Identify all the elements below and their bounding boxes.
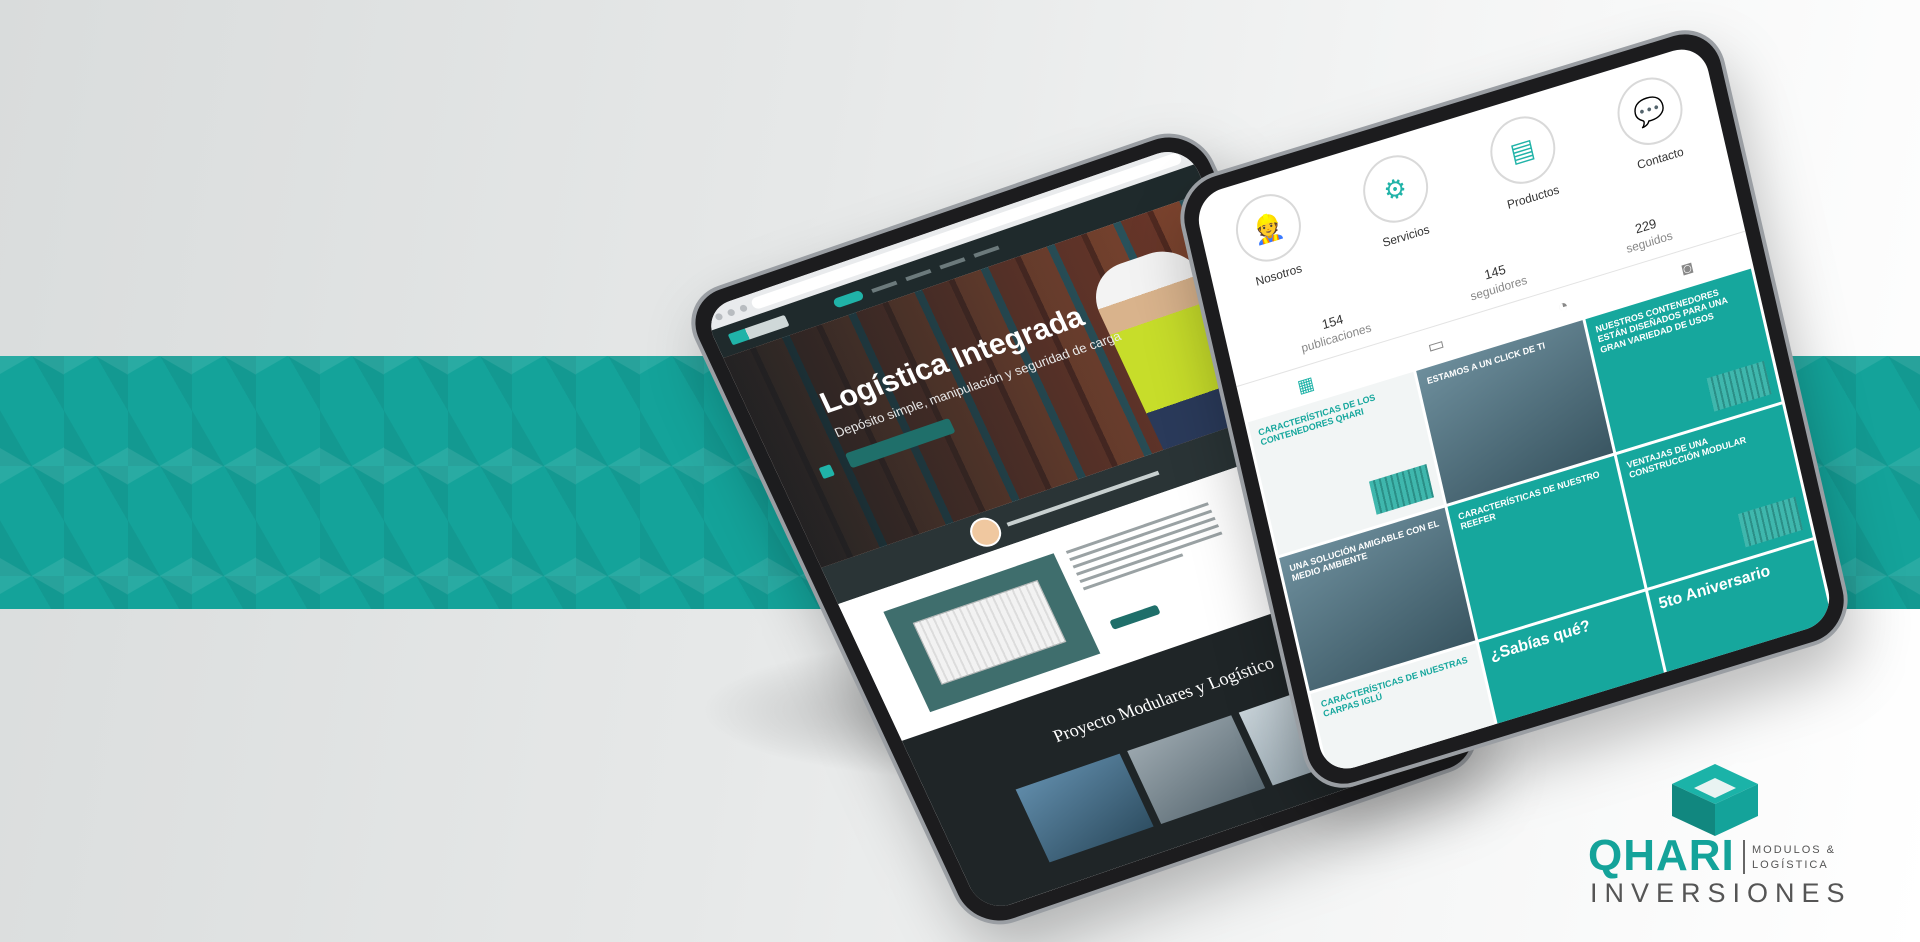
project-thumbnail[interactable] <box>1127 715 1266 824</box>
container-image <box>1737 496 1803 548</box>
reels-icon[interactable]: ▭ <box>1425 333 1446 358</box>
container-image <box>1706 360 1772 412</box>
igtv-icon[interactable]: ◔ <box>1556 295 1571 319</box>
nav-link[interactable] <box>973 245 1000 258</box>
browser-dot-icon <box>738 303 749 313</box>
browser-dot-icon <box>726 307 736 317</box>
nav-link[interactable] <box>905 269 932 282</box>
container-icon: ▤ <box>1483 108 1562 193</box>
brand-divider <box>1743 840 1745 874</box>
brand-name: QHARI <box>1588 831 1735 880</box>
gear-hand-icon: ⚙ <box>1356 147 1435 232</box>
nav-link[interactable] <box>871 280 898 293</box>
qhari-logo: QHARI MODULOS & LOGÍSTICA INVERSIONES <box>1588 762 1868 912</box>
highlight-contacto[interactable]: 💬 Contacto <box>1610 69 1694 174</box>
highlight-productos[interactable]: ▤ Productos <box>1483 108 1566 213</box>
project-thumbnail[interactable] <box>1015 753 1154 863</box>
highlight-label: Nosotros <box>1254 261 1304 289</box>
nav-home-pill[interactable] <box>832 289 865 309</box>
qhari-mark-icon <box>1672 764 1758 836</box>
container-image <box>1369 463 1435 515</box>
modular-container-image <box>912 579 1067 685</box>
brand-tagline-2: LOGÍSTICA <box>1752 859 1829 871</box>
instagram-screen: 👷 Nosotros ⚙ Servicios ▤ Productos 💬 Con… <box>1192 42 1836 776</box>
browser-dot-icon <box>713 312 724 321</box>
grid-icon[interactable]: ▦ <box>1295 373 1316 398</box>
brand-tagline-1: MODULOS & <box>1752 844 1837 856</box>
highlight-servicios[interactable]: ⚙ Servicios <box>1356 147 1439 252</box>
about-text-placeholder <box>1065 502 1228 595</box>
about-button[interactable] <box>1109 604 1161 630</box>
stat-following[interactable]: 229 seguidos <box>1621 212 1674 258</box>
nav-link[interactable] <box>939 257 966 270</box>
highlight-label: Productos <box>1505 182 1561 212</box>
brand-subtitle: INVERSIONES <box>1590 878 1852 908</box>
mascot-avatar <box>965 513 1007 551</box>
chat-icon: 💬 <box>1610 69 1689 154</box>
tagged-icon[interactable]: ◙ <box>1680 257 1695 281</box>
highlight-nosotros[interactable]: 👷 Nosotros <box>1228 186 1312 291</box>
highlight-label: Servicios <box>1381 222 1431 250</box>
highlight-label: Contacto <box>1635 144 1685 173</box>
worker-icon: 👷 <box>1228 186 1307 270</box>
whatsapp-icon[interactable] <box>818 464 836 480</box>
